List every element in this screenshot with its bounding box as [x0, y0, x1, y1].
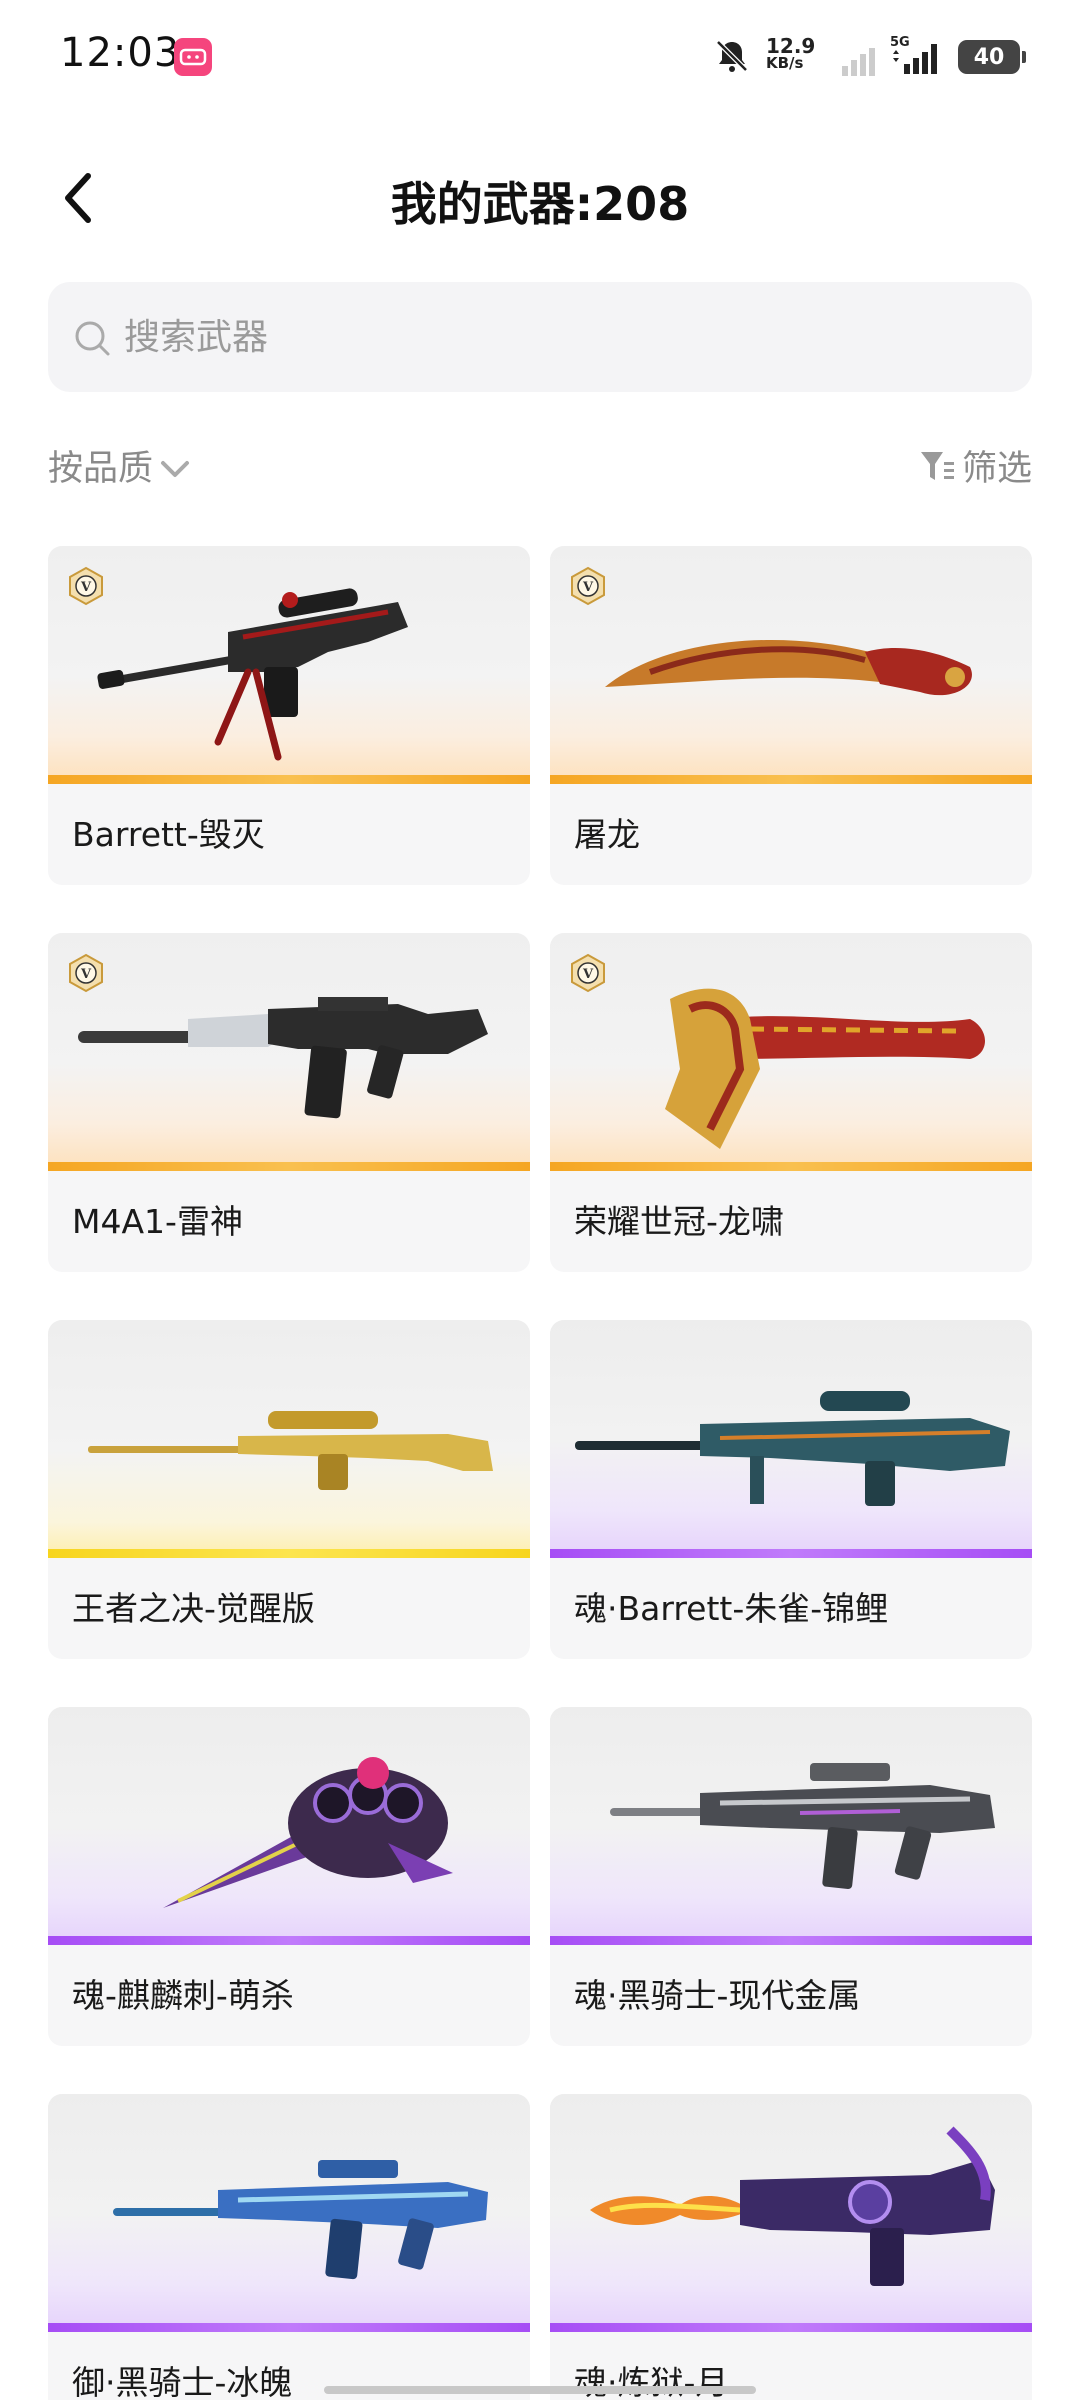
search-input[interactable]: [124, 282, 1004, 392]
quality-bar: [550, 1549, 1032, 1558]
quality-bar: [48, 1162, 530, 1171]
search-icon: [75, 321, 110, 356]
weapon-card[interactable]: V Barrett-毁灭: [48, 546, 530, 885]
home-indicator[interactable]: [324, 2386, 756, 2394]
quality-bar: [48, 2323, 530, 2332]
weapon-name: 荣耀世冠-龙啸: [574, 1202, 784, 1241]
net-speed-value: 12.9: [766, 34, 816, 58]
status-time: 12:03: [60, 30, 181, 76]
signal-icon: [842, 48, 875, 76]
search-box[interactable]: [48, 282, 1032, 392]
weapon-image-area: [550, 1320, 1032, 1558]
network-type-label: 5G: [890, 35, 910, 50]
quality-bar: [48, 1936, 530, 1945]
weapon-image-area: [550, 1707, 1032, 1945]
weapon-card[interactable]: 魂-麒麟刺-萌杀: [48, 1707, 530, 2046]
weapon-grid: V Barrett-毁灭 V 屠龙 V M4A1-雷神 V 荣耀世冠-龙啸 王者…: [48, 546, 1032, 2400]
filter-label: 筛选: [961, 449, 1032, 489]
weapon-card[interactable]: 魂·炼狱-月: [550, 2094, 1032, 2400]
weapon-card[interactable]: 御·黑骑士-冰魄: [48, 2094, 530, 2400]
network-speed: 12.9 KB/s: [766, 36, 826, 71]
quality-bar: [48, 1549, 530, 1558]
weapon-name: 魂-麒麟刺-萌杀: [72, 1976, 294, 2015]
assault-rifle-icon: [78, 997, 488, 1119]
weapon-name: 魂·Barrett-朱雀-锦鲤: [574, 1589, 889, 1628]
filter-icon: [920, 451, 954, 480]
weapon-image-area: [48, 1707, 530, 1945]
sort-by-quality-button[interactable]: 按品质: [48, 440, 193, 491]
weapon-image-area: [550, 2094, 1032, 2332]
weapon-card[interactable]: V 屠龙: [550, 546, 1032, 885]
weapon-image-area: V: [550, 933, 1032, 1171]
weapon-image-area: [48, 1320, 530, 1558]
weapon-name: 王者之决-觉醒版: [72, 1589, 315, 1628]
metal-rifle-icon: [610, 1763, 995, 1890]
gold-sniper-icon: [88, 1411, 493, 1490]
teal-sniper-icon: [575, 1391, 1010, 1506]
knuckle-blade-icon: [163, 1757, 453, 1908]
weapon-card[interactable]: V M4A1-雷神: [48, 933, 530, 1272]
quality-bar: [48, 775, 530, 784]
weapon-card[interactable]: 魂·Barrett-朱雀-锦鲤: [550, 1320, 1032, 1659]
weapon-image-area: [48, 2094, 530, 2332]
dragon-axe-icon: [665, 988, 985, 1149]
weapon-name: 魂·黑骑士-现代金属: [574, 1976, 861, 2015]
weapon-image-area: V: [550, 546, 1032, 784]
weapon-card[interactable]: V 荣耀世冠-龙啸: [550, 933, 1032, 1272]
status-bar: 12:03 12.9 KB/s 5G 40: [0, 0, 1080, 115]
mute-bell-icon: [716, 40, 748, 72]
weapon-image-area: V: [48, 933, 530, 1171]
quality-bar: [550, 1936, 1032, 1945]
weapon-name: M4A1-雷神: [72, 1202, 243, 1241]
weapon-name: 御·黑骑士-冰魄: [72, 2363, 293, 2400]
sniper-rifle-icon: [97, 588, 408, 761]
ice-rifle-icon: [113, 2160, 488, 2280]
chevron-down-icon: [161, 460, 190, 477]
weapon-image-area: V: [48, 546, 530, 784]
app-badge-icon: [174, 38, 212, 76]
quality-bar: [550, 1162, 1032, 1171]
sort-label: 按品质: [48, 449, 154, 489]
filter-button[interactable]: 筛选: [918, 440, 1032, 491]
weapon-name: 屠龙: [574, 815, 640, 854]
net-speed-unit: KB/s: [766, 54, 804, 72]
signal-5g-icon: 5G: [890, 35, 937, 74]
quality-bar: [550, 2323, 1032, 2332]
flame-gun-icon: [590, 2126, 995, 2286]
quality-bar: [550, 775, 1032, 784]
weapon-name: Barrett-毁灭: [72, 815, 265, 854]
weapon-card[interactable]: 王者之决-觉醒版: [48, 1320, 530, 1659]
weapon-card[interactable]: 魂·黑骑士-现代金属: [550, 1707, 1032, 2046]
dragon-knife-icon: [605, 639, 972, 696]
page-title: 我的武器:208: [390, 177, 690, 231]
battery-icon: 40: [958, 40, 1026, 74]
